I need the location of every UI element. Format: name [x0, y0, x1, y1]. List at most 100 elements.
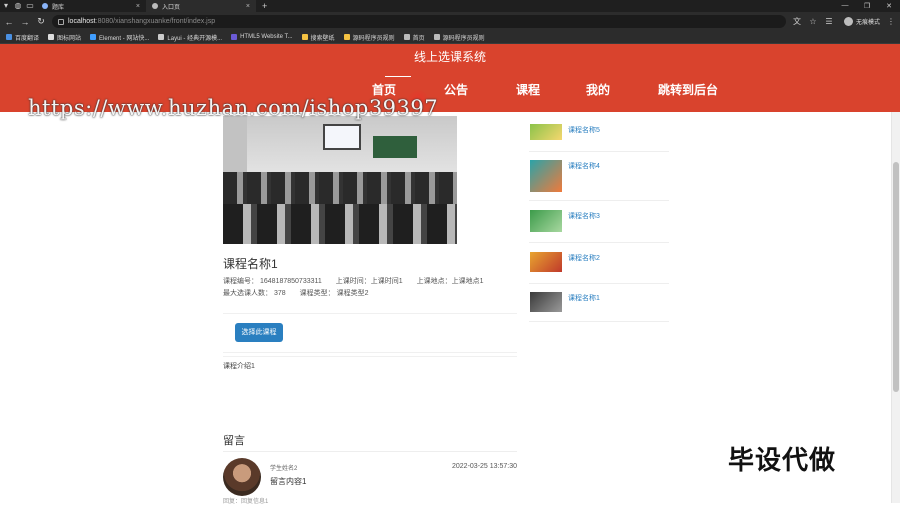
- message-time: 2022-03-25 13:57:30: [452, 463, 517, 470]
- globe-icon[interactable]: ◍: [12, 0, 24, 12]
- tab-close-icon[interactable]: ×: [136, 3, 140, 10]
- course-time-value: 上课时间1: [370, 278, 403, 285]
- image-board: [373, 136, 417, 158]
- select-course-button[interactable]: 选择此课程: [235, 323, 283, 342]
- url-host: localhost: [68, 18, 96, 25]
- browser-tab-1[interactable]: 题库 ×: [36, 0, 146, 12]
- incognito-icon: [843, 17, 853, 26]
- sidebar-course-item[interactable]: 课程名称1: [529, 290, 669, 322]
- avatar: [223, 458, 261, 496]
- bookmark-item[interactable]: HTML5 Website T...: [231, 34, 293, 40]
- minimize-icon[interactable]: —: [834, 2, 856, 10]
- back-icon[interactable]: ←: [4, 17, 14, 27]
- bookmark-label: 图标网站: [57, 35, 82, 42]
- address-bar[interactable]: localhost:8080/xianshangxuanke/front/ind…: [52, 15, 786, 28]
- url-watermark: https://www.huzhan.com/ishop39397: [28, 96, 439, 120]
- sidebar-course-name[interactable]: 课程名称1: [568, 293, 600, 303]
- site-title: 线上选课系统: [413, 50, 486, 64]
- bookmark-item[interactable]: Layui - 经典开源模...: [158, 33, 222, 42]
- message-reply: 回复：回复信息1: [223, 499, 269, 505]
- sidebar-course-item[interactable]: 课程名称5: [529, 120, 669, 152]
- translate-icon[interactable]: 文: [792, 16, 802, 27]
- image-screen: [323, 124, 361, 150]
- bookmark-item[interactable]: 搜索壁纸: [301, 33, 335, 42]
- nav-admin[interactable]: 跳转到后台: [658, 80, 738, 104]
- bookmark-star-icon[interactable]: ☆: [808, 17, 818, 26]
- course-type: 课程类型： 课程类型2: [300, 290, 375, 297]
- course-number-label: 课程编号： 1648187850733311: [223, 278, 328, 285]
- bookmark-icon: [6, 34, 12, 40]
- bookmark-item[interactable]: 图标网站: [48, 33, 81, 42]
- tab-close-icon[interactable]: ×: [246, 3, 250, 10]
- image-monitors: [223, 204, 457, 244]
- maximize-icon[interactable]: ❐: [856, 2, 878, 10]
- course-thumbnail: [530, 210, 562, 232]
- bookmark-label: Element - 网站快...: [99, 35, 150, 42]
- tab-label: 题库: [52, 4, 65, 11]
- bookmark-icon: [90, 34, 97, 40]
- incognito-profile[interactable]: 无痕模式: [843, 17, 880, 26]
- course-thumbnail: [530, 252, 562, 272]
- course-thumbnail: [530, 124, 562, 140]
- page-scrollbar[interactable]: [891, 112, 900, 503]
- bookmark-label: 源码程序员规则: [442, 35, 485, 42]
- sidebar-course-item[interactable]: 课程名称2: [529, 250, 669, 284]
- course-image: [223, 116, 457, 244]
- reload-icon[interactable]: ↻: [36, 16, 46, 27]
- sidebar-course-name[interactable]: 课程名称5: [568, 125, 600, 135]
- tab-label: 入口页: [162, 4, 181, 11]
- bookmark-item[interactable]: 首页: [403, 33, 425, 42]
- forward-icon[interactable]: →: [20, 17, 30, 27]
- nav-mine[interactable]: 我的: [586, 80, 658, 104]
- tab-search-icon[interactable]: ▾: [0, 0, 12, 12]
- message-user: 学生姓名2: [270, 466, 298, 472]
- message-content: 留言内容1: [270, 477, 307, 486]
- sidebar-course-item[interactable]: 课程名称4: [529, 158, 669, 201]
- label: 上课地点：: [416, 278, 452, 285]
- site-info-icon[interactable]: [58, 18, 64, 25]
- nav-courses[interactable]: 课程: [516, 80, 586, 104]
- bookmark-item[interactable]: 百度翻译: [6, 33, 39, 42]
- course-time: 上课时间：上课时间1: [336, 278, 409, 285]
- sidebar-course-item[interactable]: 课程名称3: [529, 208, 669, 243]
- tab-favicon-icon: [42, 3, 48, 9]
- bookmark-icon: [433, 34, 440, 40]
- course-thumbnail: [530, 292, 562, 312]
- bookmark-item[interactable]: 源码程序员规则: [343, 33, 395, 42]
- course-type-value: 课程类型2: [336, 290, 369, 297]
- sidebar-course-name[interactable]: 课程名称3: [568, 211, 600, 221]
- sidebar-course-name[interactable]: 课程名称4: [568, 161, 600, 171]
- bookmark-icon: [48, 34, 55, 40]
- course-title: 课程名称1: [223, 257, 278, 271]
- bookmark-item[interactable]: Element - 网站快...: [90, 33, 149, 42]
- messages-title: 留言: [223, 435, 245, 447]
- course-max-value: 378: [274, 290, 286, 297]
- bookmark-icon: [231, 34, 238, 40]
- scrollbar-thumb[interactable]: [893, 162, 899, 392]
- bookmarks-bar: 百度翻译 图标网站 Element - 网站快... Layui - 经典开源模…: [0, 31, 900, 44]
- bookmark-label: 首页: [412, 35, 425, 42]
- divider: [223, 451, 517, 452]
- browser-toolbar: ← → ↻ localhost:8080/xianshangxuanke/fro…: [0, 12, 900, 31]
- divider: [223, 356, 517, 357]
- reading-list-icon[interactable]: ☰: [824, 17, 834, 26]
- menu-icon[interactable]: ⋮: [886, 17, 896, 26]
- course-number: 1648187850733311: [260, 278, 322, 285]
- tab-favicon-icon: [152, 3, 158, 9]
- bookmark-label: HTML5 Website T...: [240, 34, 293, 40]
- label: 课程编号：: [223, 278, 258, 285]
- browser-tab-2[interactable]: 入口页 ×: [146, 0, 256, 12]
- course-thumbnail: [530, 160, 562, 192]
- course-intro: 课程介绍1: [223, 363, 255, 370]
- bookmark-item[interactable]: 源码程序员规则: [433, 33, 485, 42]
- bookmark-icon: [343, 34, 350, 40]
- new-tab-icon[interactable]: +: [256, 1, 273, 11]
- bookmark-icon: [403, 34, 410, 40]
- bookmark-label: 百度翻译: [15, 35, 40, 42]
- bookmark-label: Layui - 经典开源模...: [167, 35, 223, 42]
- window-icon[interactable]: ▭: [24, 0, 36, 12]
- sidebar-course-name[interactable]: 课程名称2: [568, 253, 600, 263]
- close-window-icon[interactable]: ✕: [878, 2, 900, 10]
- course-meta: 课程编号： 1648187850733311 上课时间：上课时间1 上课地点： 上课…: [223, 276, 496, 300]
- nav-announcements[interactable]: 公告: [444, 80, 516, 104]
